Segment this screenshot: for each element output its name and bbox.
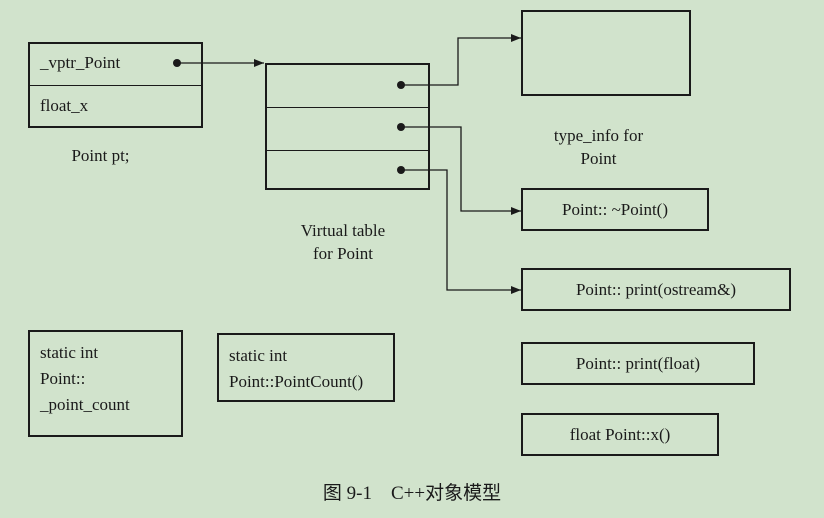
point-object-caption: Point pt; [71, 146, 130, 165]
static-member-line1: static int [40, 343, 99, 362]
virtual-table-box [265, 63, 430, 190]
static-member-box: static int Point:: _point_count [28, 330, 183, 437]
print-ostream-function-label: Point:: print(ostream&) [575, 279, 737, 299]
type-info-caption: type_info for Point [521, 124, 676, 170]
x-getter-function-box: float Point::x() [521, 413, 719, 456]
destructor-function-label: Point:: ~Point() [561, 199, 669, 219]
x-getter-function-label: float Point::x() [569, 424, 671, 444]
vtable-slot-2 [267, 107, 428, 151]
print-float-function-label: Point:: print(float) [575, 353, 701, 373]
vtable-slot-1 [267, 65, 428, 108]
virtual-table-caption-line2: for Point [313, 244, 373, 263]
static-function-line1: static int [229, 346, 288, 365]
print-ostream-function-box: Point:: print(ostream&) [521, 268, 791, 311]
virtual-table-caption-line1: Virtual table [300, 221, 386, 240]
type-info-caption-line2: Point [580, 149, 617, 168]
type-info-box [521, 10, 691, 96]
type-info-caption-line1: type_info for [553, 126, 644, 145]
static-function-box: static int Point::PointCount() [217, 333, 395, 402]
figure-caption: 图 9-1 C++对象模型 [322, 483, 502, 504]
vptr-label: _vptr_Point [40, 53, 121, 72]
print-float-function-box: Point:: print(float) [521, 342, 755, 385]
static-function-line2: Point::PointCount() [229, 372, 364, 391]
vptr-field: _vptr_Point [30, 44, 201, 86]
vtable-slot-3 [267, 150, 428, 188]
virtual-table-caption: Virtual table for Point [268, 219, 418, 265]
destructor-function-box: Point:: ~Point() [521, 188, 709, 231]
cpp-object-model-figure: _vptr_Point float_x Point pt; Virtual ta… [0, 0, 824, 518]
point-object-box: _vptr_Point float_x [28, 42, 203, 128]
static-member-line3: _point_count [40, 395, 130, 414]
float-x-label: float_x [40, 96, 89, 115]
float-x-field: float_x [30, 86, 201, 126]
static-member-line2: Point:: [40, 369, 86, 388]
